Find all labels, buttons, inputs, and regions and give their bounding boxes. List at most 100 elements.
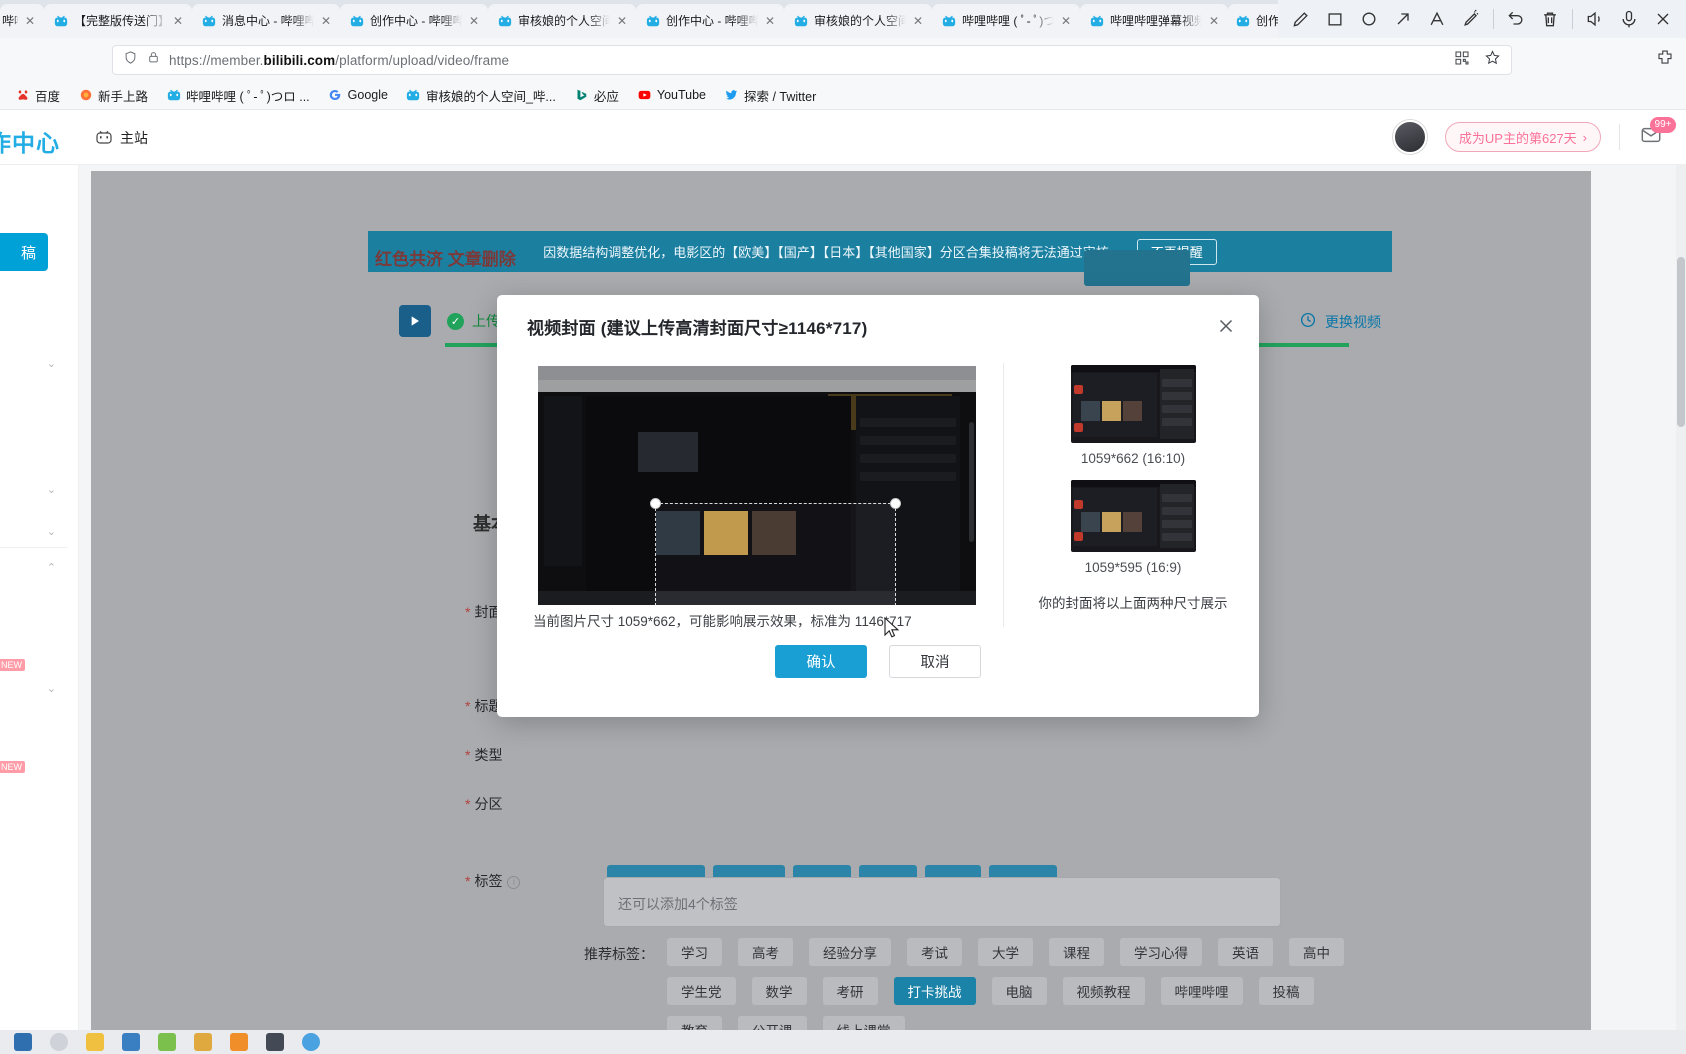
bookmark-item[interactable]: 新手上路 [69, 83, 157, 107]
crop-handle-top-left[interactable] [650, 498, 661, 509]
tab-close-icon[interactable]: ✕ [172, 15, 184, 27]
tag-button[interactable]: 高中 [1289, 938, 1344, 966]
tag-button[interactable]: 考研 [822, 977, 878, 1005]
sidebar-item-4[interactable]: 理⌄ [0, 519, 56, 543]
cancel-button[interactable]: 取消 [889, 645, 981, 678]
tag-button[interactable]: 课程 [1049, 938, 1104, 966]
tab-close-icon[interactable]: ✕ [1060, 15, 1072, 27]
browser-tab[interactable]: 哔哩哔 ✕ [0, 4, 44, 38]
tag-button[interactable]: 视频教程 [1062, 977, 1145, 1005]
confirm-button[interactable]: 确认 [775, 645, 867, 678]
browser-tab[interactable]: 审核娘的个人空间 ✕ [784, 4, 932, 38]
browser-tab[interactable]: 消息中心 - 哔哩哔 ✕ [192, 4, 340, 38]
tag-button[interactable]: 公开课 [738, 1016, 807, 1030]
tag-button[interactable]: 考试 [907, 938, 962, 966]
tag-button[interactable]: 哔哩哔哩 [1160, 977, 1243, 1005]
speaker-icon[interactable] [1578, 2, 1612, 36]
site-logo[interactable]: 作中心 [0, 124, 60, 158]
tag-button-active[interactable]: 打卡挑战 [893, 977, 976, 1005]
up-days-badge[interactable]: 成为UP主的第627天 › [1444, 122, 1601, 152]
info-icon[interactable]: i [507, 875, 521, 889]
crop-selection-box[interactable] [650, 498, 901, 605]
browser-tab[interactable]: 哔哩哔哩 ( ﾟ- ﾟ)つロ ✕ [932, 4, 1080, 38]
tag-button[interactable]: 线上课堂 [822, 1016, 905, 1030]
sidebar-item-9[interactable]: 验室 [0, 725, 56, 749]
app-icon[interactable] [158, 1033, 176, 1051]
microphone-icon[interactable] [1612, 2, 1646, 36]
tag-button[interactable]: 教育 [667, 1016, 722, 1030]
extension-icon[interactable] [1656, 48, 1674, 71]
tab-close-icon[interactable]: ✕ [912, 15, 924, 27]
header-home-link[interactable]: 主站 [95, 128, 148, 148]
firefox-icon[interactable] [302, 1033, 320, 1051]
bookmark-item[interactable]: 百度 [6, 83, 69, 107]
card-action-button[interactable] [1084, 250, 1190, 286]
crop-handle-top-right[interactable] [890, 498, 901, 509]
sidebar-upload-button[interactable]: 稿 [0, 233, 48, 271]
close-icon[interactable] [1215, 315, 1237, 337]
pen-icon[interactable] [1284, 2, 1318, 36]
highlighter-icon[interactable] [1454, 2, 1488, 36]
delete-icon[interactable] [1533, 2, 1567, 36]
browser-tab[interactable]: 创作中心 - 哔哩哔 ✕ [340, 4, 488, 38]
tag-button[interactable]: 学习心得 [1120, 938, 1202, 966]
sidebar-item-11[interactable]: 置 [0, 815, 56, 839]
tag-button[interactable]: 学习 [667, 938, 722, 966]
tab-close-icon[interactable]: ✕ [24, 15, 36, 27]
tag-button[interactable]: 经验分享 [809, 938, 891, 966]
browser-tab[interactable]: 【完整版传送门】 ✕ [44, 4, 192, 38]
tab-close-icon[interactable]: ✕ [616, 15, 628, 27]
sidebar-item-6[interactable]: 就 [0, 608, 56, 632]
browser-tab[interactable]: 哔哩哔哩弹幕视频 ✕ [1080, 4, 1228, 38]
bookmark-item[interactable]: YouTube [628, 83, 715, 107]
explorer-icon[interactable] [86, 1033, 104, 1051]
bookmark-item[interactable]: 必应 [565, 83, 628, 107]
message-center-button[interactable]: 99+ [1638, 116, 1676, 151]
page-scrollbar[interactable] [1676, 165, 1686, 1030]
sidebar-item-0[interactable]: 理⌄ [0, 351, 56, 375]
sidebar-item-5[interactable]: 长⌃ [0, 555, 56, 579]
app-icon[interactable] [230, 1033, 248, 1051]
address-bar[interactable]: https://member.bilibili.com/platform/upl… [112, 45, 1512, 75]
close-icon[interactable] [1646, 2, 1680, 36]
change-video-button[interactable]: 更换视频 [1299, 311, 1381, 332]
sidebar-item-1[interactable]: 心 [0, 393, 56, 417]
tab-close-icon[interactable]: ✕ [764, 15, 776, 27]
sidebar-item-3[interactable]: 理⌄ [0, 477, 56, 501]
browser-tab[interactable]: 创作中心 - 哔哩哔 ✕ [636, 4, 784, 38]
tag-button[interactable]: 学生党 [667, 977, 736, 1005]
tag-button[interactable]: 大学 [978, 938, 1033, 966]
bookmark-item[interactable]: 审核娘的个人空间_哔... [397, 83, 565, 107]
sidebar-item-2[interactable]: 理 [0, 435, 56, 459]
tag-button[interactable]: 数学 [751, 977, 807, 1005]
bookmark-item[interactable]: 探索 / Twitter [715, 83, 825, 107]
ellipse-icon[interactable] [1352, 2, 1386, 36]
arrow-icon[interactable] [1386, 2, 1420, 36]
tag-button[interactable]: 电脑 [991, 977, 1047, 1005]
tag-button[interactable]: 投稿 [1258, 977, 1314, 1005]
sidebar-item-10[interactable]: 约 [0, 775, 56, 799]
tag-input[interactable]: 还可以添加4个标签 [603, 877, 1281, 927]
tag-button[interactable]: 英语 [1218, 938, 1273, 966]
undo-icon[interactable] [1499, 2, 1533, 36]
bookmark-item[interactable]: 哔哩哔哩 ( ﾟ- ﾟ)つロ ... [157, 83, 319, 107]
tag-button[interactable]: 高考 [738, 938, 793, 966]
start-icon[interactable] [14, 1033, 32, 1051]
browser-tab[interactable]: 审核娘的个人空间 ✕ [488, 4, 636, 38]
tab-close-icon[interactable]: ✕ [320, 15, 332, 27]
app-icon[interactable] [194, 1033, 212, 1051]
bookmark-star-icon[interactable] [1484, 49, 1501, 71]
crop-preview[interactable] [538, 366, 976, 605]
bookmark-item[interactable]: Google [319, 83, 397, 107]
rectangle-icon[interactable] [1318, 2, 1352, 36]
qrcode-icon[interactable] [1454, 50, 1470, 71]
scrollbar-thumb[interactable] [1677, 257, 1685, 427]
sidebar-item-8[interactable]: 益⌄ [0, 676, 56, 700]
tab-close-icon[interactable]: ✕ [468, 15, 480, 27]
avatar[interactable] [1392, 120, 1427, 154]
app-icon[interactable] [122, 1033, 140, 1051]
app-icon[interactable] [266, 1033, 284, 1051]
search-icon[interactable] [50, 1033, 68, 1051]
text-icon[interactable] [1420, 2, 1454, 36]
tab-close-icon[interactable]: ✕ [1208, 15, 1220, 27]
